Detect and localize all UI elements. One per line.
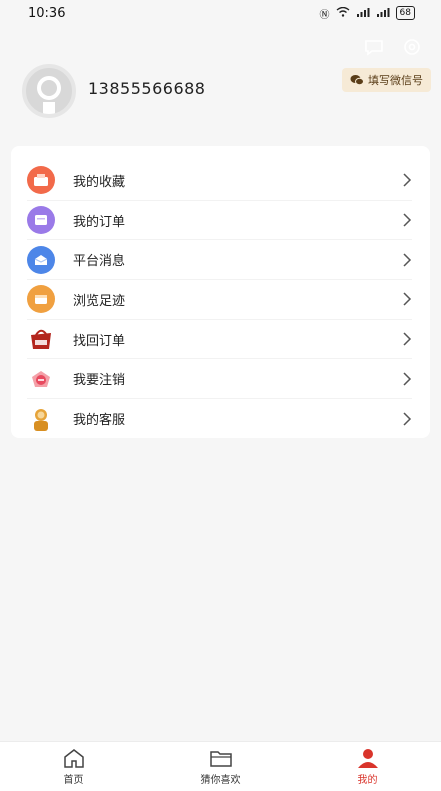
chevron-right-icon [403, 253, 412, 267]
collection-icon [27, 166, 55, 195]
status-bar: 10:36 Ⓝ 68 [0, 0, 441, 26]
bottom-tab-bar: 首页 猜你喜欢 我的 [0, 741, 441, 791]
deregister-icon [27, 365, 55, 393]
wechat-icon [350, 75, 364, 86]
history-icon [27, 285, 55, 314]
settings-icon[interactable] [401, 36, 423, 58]
tab-label: 我的 [357, 775, 378, 786]
tab-mine[interactable]: 我的 [294, 742, 441, 791]
chevron-right-icon [403, 213, 412, 227]
nfc-icon: Ⓝ [319, 9, 330, 21]
order-icon [27, 206, 55, 235]
status-icons: Ⓝ 68 [320, 6, 415, 21]
tab-label: 首页 [63, 775, 84, 786]
chevron-right-icon [403, 332, 412, 346]
avatar[interactable] [22, 64, 76, 118]
tab-guess-you-like[interactable]: 猜你喜欢 [147, 742, 294, 791]
retrieve-order-icon [27, 325, 55, 353]
user-icon [357, 749, 378, 768]
menu-item-messages[interactable]: 平台消息 [27, 240, 412, 281]
menu-item-collection[interactable]: 我的收藏 [27, 161, 412, 201]
home-icon [63, 749, 84, 768]
status-time: 10:36 [28, 5, 66, 21]
menu-item-history[interactable]: 浏览足迹 [27, 280, 412, 320]
menu-label: 我的客服 [73, 413, 126, 429]
wifi-icon [336, 6, 350, 20]
user-phone: 13855566688 [88, 79, 206, 98]
menu-label: 我的订单 [73, 214, 126, 230]
fill-wechat-button[interactable]: 填写微信号 [342, 68, 431, 92]
folder-icon [209, 751, 232, 767]
customer-service-icon [27, 405, 55, 433]
tab-label: 猜你喜欢 [200, 775, 241, 786]
signal-icon-2 [376, 7, 390, 20]
message-icon [27, 245, 55, 274]
signal-icon [356, 7, 370, 20]
fill-wechat-label: 填写微信号 [368, 74, 423, 87]
chevron-right-icon [403, 372, 412, 386]
menu-item-orders[interactable]: 我的订单 [27, 201, 412, 241]
menu-item-retrieve-order[interactable]: 找回订单 [27, 320, 412, 360]
menu-item-customer-service[interactable]: 我的客服 [27, 399, 412, 439]
chevron-right-icon [403, 412, 412, 426]
tab-home[interactable]: 首页 [0, 742, 147, 791]
menu-label: 浏览足迹 [73, 293, 126, 309]
profile-header: 13855566688 填写微信号 [0, 26, 441, 134]
chevron-right-icon [403, 173, 412, 187]
menu-list: 我的收藏 我的订单 平台消息 浏览足迹 找回订单 我要注销 我的客服 [27, 146, 412, 439]
menu-label: 我的收藏 [73, 174, 126, 190]
header-actions [363, 36, 423, 58]
menu-label: 找回订单 [73, 333, 126, 349]
battery-indicator: 68 [395, 6, 415, 20]
menu-label: 平台消息 [73, 254, 126, 270]
chat-icon[interactable] [363, 36, 385, 58]
menu-card: 我的收藏 我的订单 平台消息 浏览足迹 找回订单 我要注销 我的客服 [11, 146, 430, 438]
menu-label: 我要注销 [73, 373, 126, 389]
menu-item-deregister[interactable]: 我要注销 [27, 359, 412, 400]
chevron-right-icon [403, 292, 412, 306]
